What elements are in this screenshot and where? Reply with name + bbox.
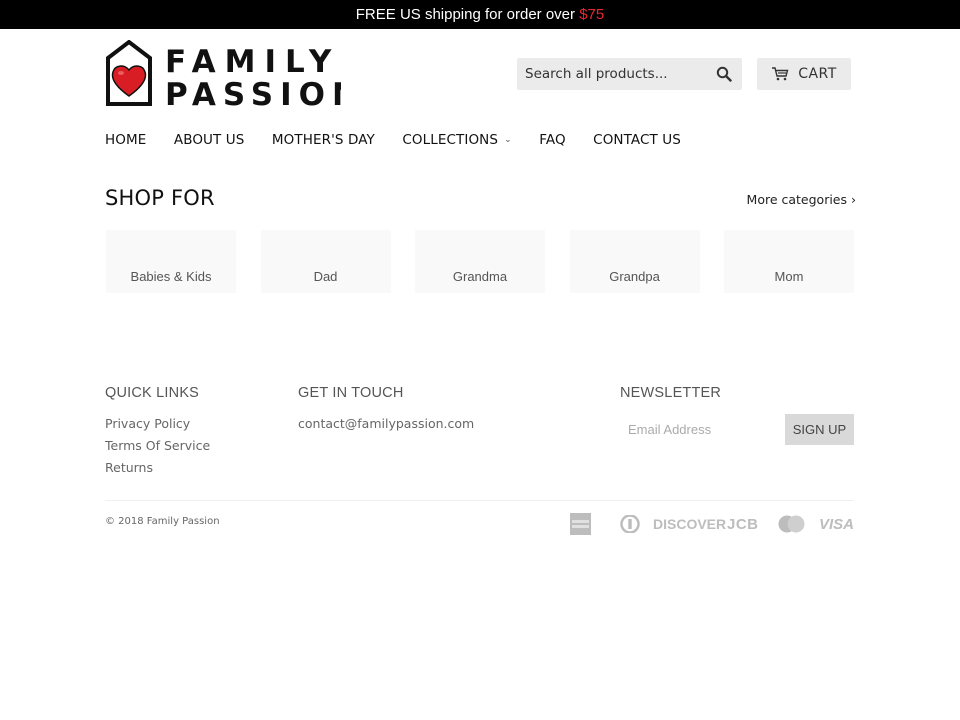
- category-tile[interactable]: Babies & Kids: [106, 230, 236, 293]
- footer-link-privacy-policy[interactable]: Privacy Policy: [105, 416, 190, 431]
- footer-divider: [105, 500, 854, 501]
- amex-icon: [570, 512, 591, 536]
- category-tile[interactable]: Dad: [260, 230, 391, 293]
- nav-mothers-day-label: MOTHER'S DAY: [271, 132, 375, 148]
- nav-about-us-label: ABOUT US: [173, 132, 245, 148]
- newsletter-heading: NEWSLETTER: [620, 385, 722, 401]
- search-input[interactable]: [517, 58, 707, 90]
- logo-house-heart-icon: FAMILY PASSION: [106, 39, 358, 113]
- nav-contact-us-label: CONTACT US: [593, 132, 681, 148]
- search-icon[interactable]: [716, 66, 732, 82]
- newsletter-email-input[interactable]: [620, 414, 785, 445]
- nav-about-us[interactable]: ABOUT US: [174, 131, 245, 149]
- get-in-touch-heading: GET IN TOUCH: [298, 385, 404, 401]
- nav-home-label: HOME: [105, 132, 147, 148]
- chevron-down-icon: ⌄: [504, 135, 512, 145]
- nav-collections-label: COLLECTIONS: [402, 132, 499, 148]
- contact-email: contact@familypassion.com: [298, 416, 475, 431]
- jcb-icon: JCB: [727, 515, 759, 533]
- footer-link-returns[interactable]: Returns: [105, 460, 153, 475]
- logo-line-1: FAMILY: [165, 44, 340, 80]
- copyright: © 2018 Family Passion: [105, 516, 220, 527]
- nav-collections[interactable]: COLLECTIONS ⌄: [402, 131, 511, 149]
- announcement-text: FREE US shipping for order over: [355, 6, 580, 23]
- quick-links-heading: QUICK LINKS: [105, 385, 200, 401]
- category-tile[interactable]: Grandpa: [569, 230, 700, 293]
- more-categories-link[interactable]: More categories ›: [747, 192, 856, 207]
- category-tile[interactable]: Grandma: [415, 230, 545, 293]
- nav-mothers-day[interactable]: MOTHER'S DAY: [272, 131, 375, 149]
- visa-icon: VISA: [819, 515, 855, 533]
- category-tile[interactable]: Mom: [724, 230, 854, 293]
- cart-icon: [772, 67, 789, 81]
- nav-faq[interactable]: FAQ: [539, 131, 565, 149]
- category-label: Mom: [774, 269, 804, 284]
- announcement-bar: FREE US shipping for order over $75: [0, 0, 960, 29]
- category-label: Babies & Kids: [130, 269, 212, 284]
- mastercard-icon: [778, 512, 805, 536]
- discover-icon: DISCOVER: [653, 516, 727, 532]
- logo-line-2: PASSION: [165, 77, 341, 108]
- nav-faq-label: FAQ: [539, 132, 566, 148]
- diners-icon: [619, 512, 641, 536]
- section-title: SHOP FOR: [105, 186, 215, 210]
- site-logo[interactable]: FAMILY PASSION: [105, 39, 358, 113]
- category-label: Grandpa: [609, 269, 660, 284]
- category-label: Grandma: [452, 269, 508, 284]
- category-grid: Babies & Kids Dad Grandma Grandpa Mom: [106, 230, 854, 293]
- category-label: Dad: [313, 269, 338, 284]
- signup-button[interactable]: SIGN UP: [785, 414, 854, 445]
- cart-label: CART: [798, 66, 837, 82]
- main-nav: HOME ABOUT US MOTHER'S DAY COLLECTIONS ⌄ …: [105, 131, 708, 149]
- footer-link-terms-of-service[interactable]: Terms Of Service: [105, 438, 210, 453]
- search-bar: [517, 58, 742, 90]
- nav-contact-us[interactable]: CONTACT US: [593, 131, 681, 149]
- announcement-price: $75: [579, 6, 605, 23]
- cart-button[interactable]: CART: [757, 58, 851, 90]
- nav-home[interactable]: HOME: [105, 131, 146, 149]
